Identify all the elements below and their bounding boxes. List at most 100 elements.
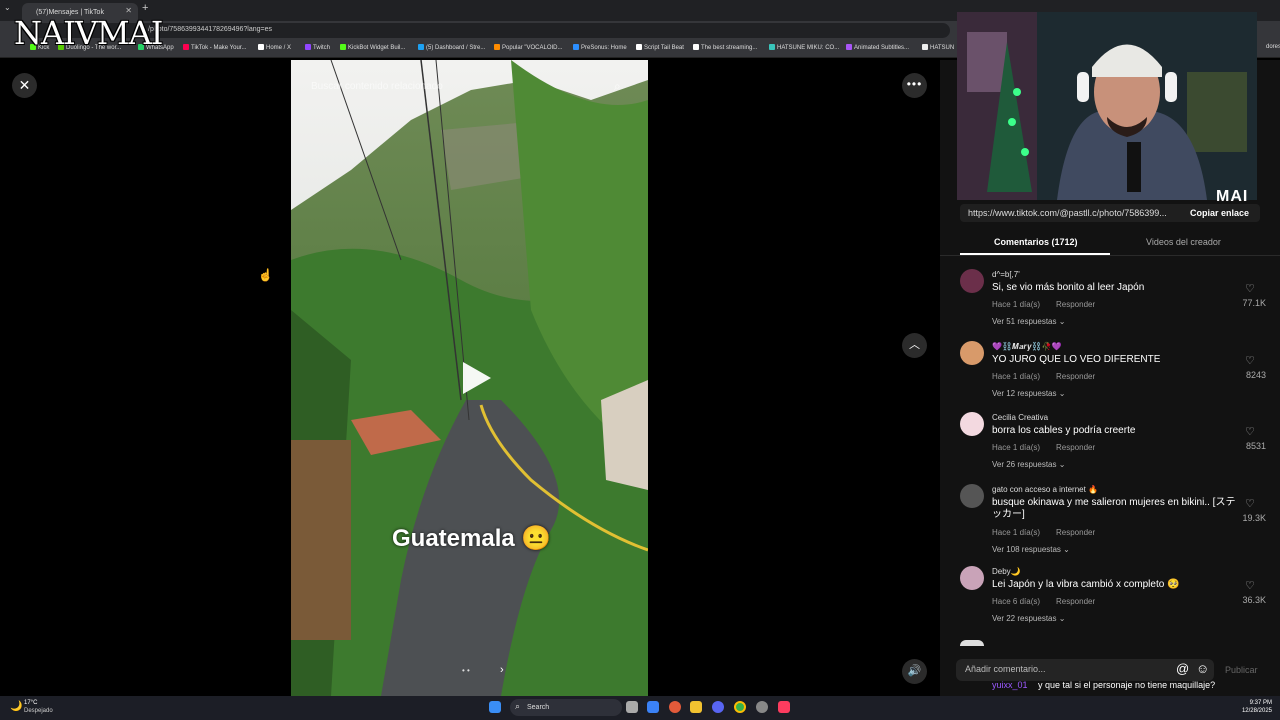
bookmark-favicon-icon	[494, 44, 500, 50]
start-icon[interactable]	[489, 701, 501, 713]
taskbar	[0, 696, 1280, 720]
music-icon[interactable]	[778, 701, 790, 713]
bookmark-label: Animated Subtitles...	[854, 45, 910, 51]
bookmark-label: (5) Dashboard / Stre...	[426, 45, 486, 51]
volume-icon[interactable]: 🔊	[902, 659, 927, 684]
view-replies-button[interactable]: Ver 26 respuestas ⌄	[992, 460, 1065, 469]
bookmark-item[interactable]: (5) Dashboard / Stre...	[418, 44, 485, 51]
bookmark-favicon-icon	[573, 44, 579, 50]
bookmark-label: The best streaming...	[701, 45, 758, 51]
view-replies-label: Ver 22 respuestas	[992, 614, 1057, 623]
like-count: 8243	[1245, 370, 1266, 380]
chat-message: y que tal si el personaje no tiene maqui…	[1038, 680, 1216, 690]
tab-creator-videos[interactable]: Videos del creador	[1146, 237, 1221, 247]
avatar[interactable]	[960, 269, 984, 293]
search-icon: ⌕	[515, 701, 521, 711]
stream-logo: NAIVMAI	[14, 14, 163, 52]
bookmark-item[interactable]: HATSUN	[922, 44, 954, 51]
comment-username[interactable]: gato con acceso a internet 🔥	[992, 485, 1098, 494]
bookmark-item[interactable]: Home / X	[258, 44, 291, 51]
reply-button[interactable]: Responder	[1056, 372, 1095, 381]
comment-text: Lei Japón y la vibra cambió x completo 🥺	[992, 579, 1180, 590]
chevron-up-icon[interactable]: ︿	[902, 333, 927, 358]
chevron-down-icon: ⌄	[1056, 389, 1066, 398]
heart-icon[interactable]: ♡	[1245, 579, 1255, 592]
comment-username[interactable]: d^=b[,7'	[992, 270, 1020, 279]
view-replies-button[interactable]: Ver 108 respuestas ⌄	[992, 545, 1070, 554]
comment-time: Hace 1 día(s)	[992, 528, 1041, 537]
taskbar-date: 12/28/2025	[1241, 708, 1272, 714]
bookmark-favicon-icon	[922, 44, 928, 50]
bookmark-item[interactable]: PreSonus: Home	[573, 44, 627, 51]
comment-time: Hace 6 día(s)	[992, 597, 1041, 606]
bookmark-favicon-icon	[769, 44, 775, 50]
heart-icon[interactable]: ♡	[1245, 354, 1255, 367]
close-icon[interactable]: ✕	[12, 73, 37, 98]
bookmark-item[interactable]: Animated Subtitles...	[846, 44, 909, 51]
bookmark-item[interactable]: KickBot Widget Buil...	[340, 44, 405, 51]
view-replies-button[interactable]: Ver 51 respuestas ⌄	[992, 317, 1065, 326]
view-replies-label: Ver 108 respuestas	[992, 545, 1061, 554]
mention-icon[interactable]: @	[1176, 661, 1189, 676]
comment-placeholder: Añadir comentario...	[965, 664, 1046, 674]
url-bar[interactable]: /photo/7586399344178269496?lang=es	[30, 23, 950, 38]
bookmark-item[interactable]: Script Tail Beat	[636, 44, 684, 51]
bookmark-item[interactable]: HATSUNE MIKU: CO...	[769, 44, 839, 51]
avatar[interactable]	[960, 341, 984, 365]
copy-link-button[interactable]: Copiar enlace	[1190, 208, 1249, 218]
moon-icon[interactable]: 🌙	[10, 701, 22, 712]
bookmark-favicon-icon	[636, 44, 642, 50]
view-replies-button[interactable]: Ver 22 respuestas ⌄	[992, 614, 1065, 623]
chrome-icon[interactable]	[734, 701, 746, 713]
bookmark-label: TikTok - Make Your...	[191, 45, 247, 51]
more-options-icon[interactable]: •••	[902, 73, 927, 98]
tab-comments[interactable]: Comentarios (1712)	[994, 237, 1078, 247]
avatar[interactable]	[960, 484, 984, 508]
tab-list-icon[interactable]: ⌄	[4, 3, 11, 12]
chevron-down-icon: ⌄	[1056, 460, 1066, 469]
bookmark-overflow[interactable]: dores	[1266, 44, 1280, 50]
cam-badge: MAI	[1216, 188, 1249, 205]
discord-icon[interactable]	[712, 701, 724, 713]
share-link[interactable]: https://www.tiktok.com/@pastll.c/photo/7…	[968, 208, 1167, 218]
related-search-input[interactable]: Buscar contenido relacionado	[311, 81, 443, 92]
comment-text: busque okinawa y me salieron mujeres en …	[992, 497, 1236, 520]
bookmark-label: Home / X	[266, 45, 292, 51]
app-icon[interactable]	[669, 701, 681, 713]
emoji-icon[interactable]: ☺	[1196, 661, 1209, 676]
comment-username[interactable]: Cecilia Creativa	[992, 413, 1048, 422]
view-replies-label: Ver 26 respuestas	[992, 460, 1057, 469]
taskbar-search-label: Search	[527, 704, 550, 711]
edge-icon[interactable]	[647, 701, 659, 713]
bookmark-label: PreSonus: Home	[581, 45, 627, 51]
heart-icon[interactable]: ♡	[1245, 497, 1255, 510]
search-icon[interactable]: ⌕	[614, 79, 621, 94]
avatar[interactable]	[960, 566, 984, 590]
reply-button[interactable]: Responder	[1056, 300, 1095, 309]
heart-icon[interactable]: ♡	[1245, 425, 1255, 438]
reply-button[interactable]: Responder	[1056, 528, 1095, 537]
bookmark-item[interactable]: The best streaming...	[693, 44, 757, 51]
play-icon[interactable]	[455, 358, 495, 398]
like-count: 77.1K	[1242, 298, 1266, 308]
bookmark-item[interactable]: TikTok - Make Your...	[183, 44, 246, 51]
bookmark-item[interactable]: Twitch	[305, 44, 330, 51]
task-view-icon[interactable]	[626, 701, 638, 713]
bookmark-label: Popular "VOCALOID...	[502, 45, 563, 51]
reply-button[interactable]: Responder	[1056, 597, 1095, 606]
taskbar-time: 9:37 PM	[1249, 700, 1272, 706]
bookmark-item[interactable]: Popular "VOCALOID...	[494, 44, 563, 51]
comment-text: borra los cables y podría creerte	[992, 425, 1136, 436]
settings-icon[interactable]	[756, 701, 768, 713]
bookmark-label: Script Tail Beat	[644, 45, 684, 51]
new-tab-icon[interactable]: +	[142, 2, 148, 14]
folder-icon[interactable]	[690, 701, 702, 713]
publish-button[interactable]: Publicar	[1225, 665, 1258, 675]
chevron-right-icon[interactable]: ›	[500, 664, 504, 676]
comment-username[interactable]: Deby🌙	[992, 567, 1021, 576]
avatar[interactable]	[960, 412, 984, 436]
reply-button[interactable]: Responder	[1056, 443, 1095, 452]
heart-icon[interactable]: ♡	[1245, 282, 1255, 295]
comment-username[interactable]: 💜⛓️𝑴𝒂𝒓𝒚⛓️🥀💜	[992, 342, 1062, 352]
view-replies-button[interactable]: Ver 12 respuestas ⌄	[992, 389, 1065, 398]
